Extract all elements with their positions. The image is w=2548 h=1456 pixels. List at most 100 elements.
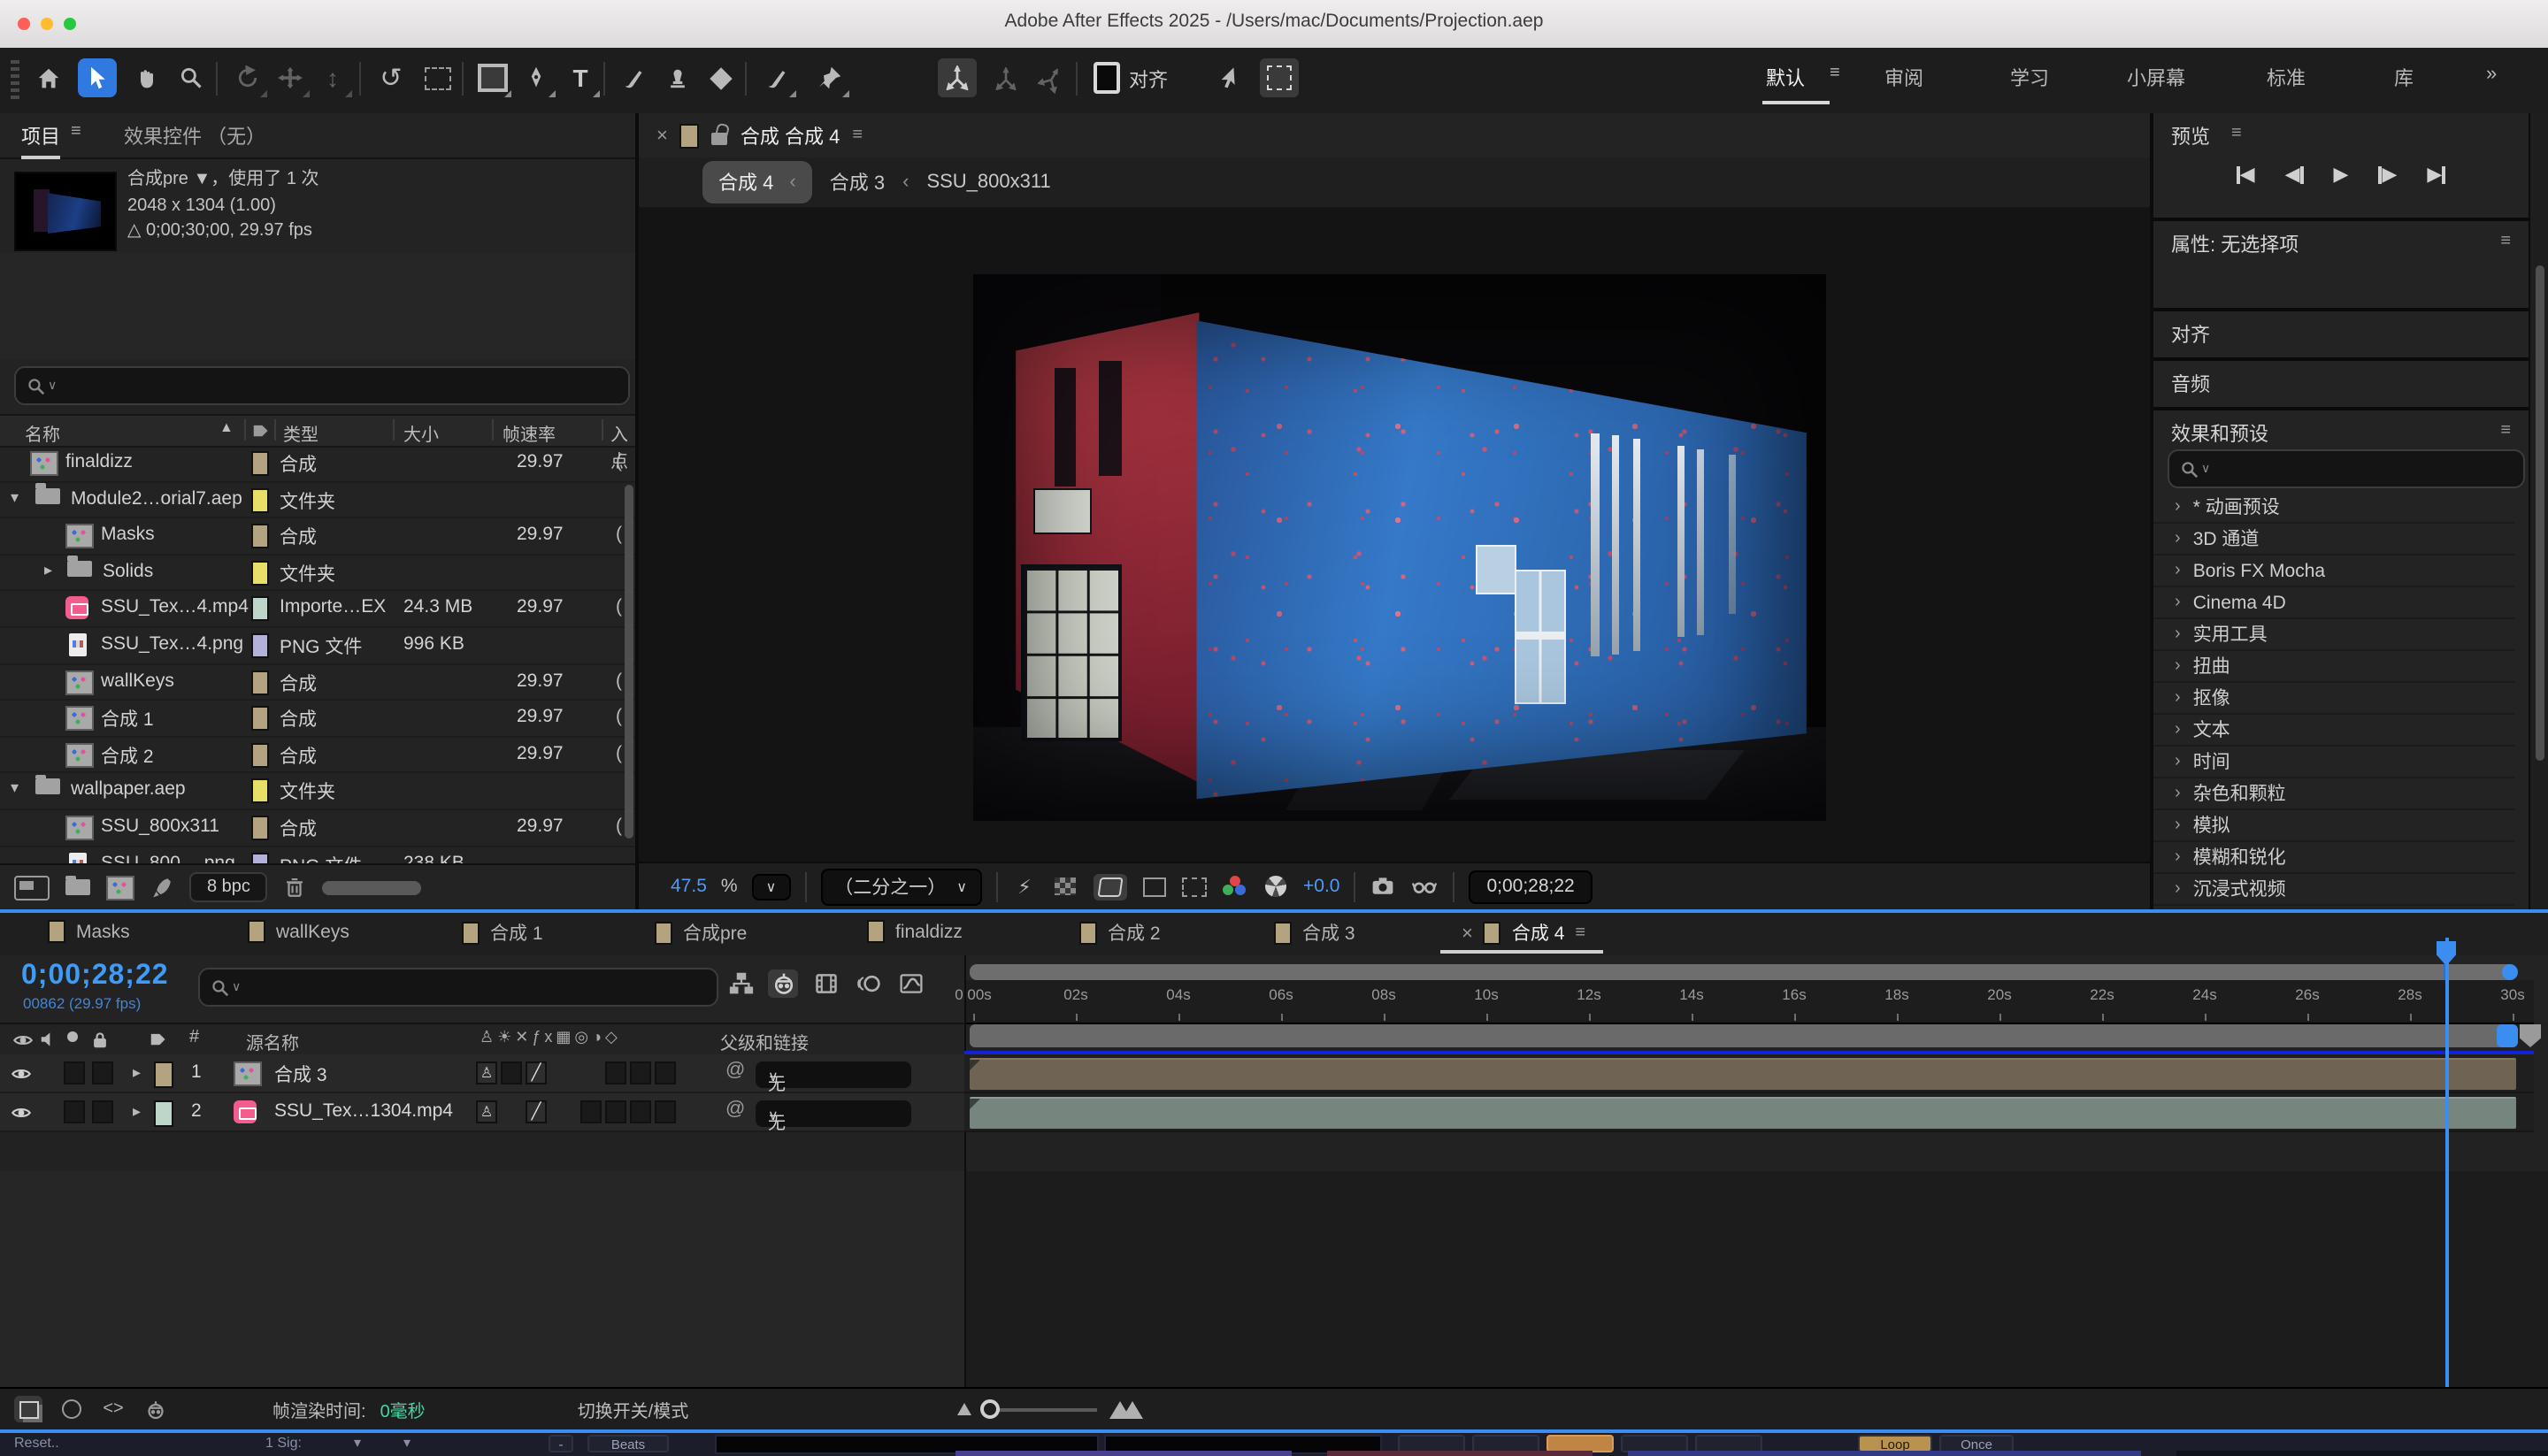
project-scrollbar[interactable] [625,485,633,839]
local-axis-mode-button[interactable] [938,58,977,97]
zoom-level-value[interactable]: 47.5 [671,876,707,897]
shy-toggle[interactable]: ♙ [476,1061,497,1084]
timeline-tab-wallkeys[interactable]: wallKeys [248,920,349,943]
workspace-tab-small-screen[interactable]: 小屏幕 [2127,64,2185,92]
layer-label-swatch[interactable] [154,1100,173,1127]
timeline-tab-finaldizz[interactable]: finaldizz [867,920,963,943]
close-tab-icon[interactable]: × [1462,923,1473,944]
quality-toggle[interactable]: ╱ [526,1061,547,1084]
viewer-menu-icon[interactable]: ≡ [852,126,863,145]
current-timecode[interactable]: 0;00;28;22 [21,961,169,992]
workspace-tab-learn[interactable]: 学习 [2010,64,2049,92]
layer-expander[interactable]: ▸ [133,1102,141,1122]
new-composition-icon[interactable] [106,875,134,900]
workspace-more-chevron[interactable]: » [2486,64,2497,85]
last-frame-button[interactable]: ▶ [2427,163,2445,186]
expander-icon[interactable]: ▸ [44,561,52,580]
timeline-tab-comp4[interactable]: × 合成 4 ≡ [1462,920,1585,946]
label-swatch[interactable] [251,706,269,731]
view-axis-mode-button[interactable] [1032,58,1071,97]
zoom-in-icon[interactable] [1109,1400,1143,1418]
timeline-tab-masks[interactable]: Masks [48,920,130,943]
comp-flowchart-icon[interactable] [725,969,756,998]
motion-blur-toggle[interactable] [655,1061,676,1084]
timeline-tab-comp3[interactable]: 合成 3 [1274,920,1355,946]
project-search-input[interactable]: ∨ [14,366,630,405]
dolly-camera-tool[interactable]: ↕ [313,58,352,97]
hand-tool[interactable] [127,58,166,97]
frame-blend-toggle[interactable] [630,1061,651,1084]
breadcrumb-ssu[interactable]: SSU_800x311 [926,172,1050,193]
puppet-pin-tool[interactable] [810,58,849,97]
play-button[interactable]: ▶ [2334,163,2349,186]
expand-inout-icon[interactable]: <> [99,1396,127,1422]
breadcrumb-comp4[interactable]: 合成 4 ‹ [702,161,812,203]
column-parent-link[interactable]: 父级和链接 [720,1028,809,1054]
parent-dropdown[interactable]: 无∨ [756,1061,911,1088]
viewer-tab[interactable]: × 合成 合成 4 ≡ [639,113,2150,159]
layer-source-name[interactable]: 合成 3 [274,1061,327,1088]
workspace-tab-standard[interactable]: 标准 [2267,64,2306,92]
bg-button[interactable] [1695,1434,1762,1452]
clone-stamp-tool[interactable] [658,58,697,97]
mask-visibility-icon[interactable] [1093,873,1126,900]
work-area-bar[interactable] [970,1024,2514,1047]
pen-tool[interactable] [517,58,556,97]
project-row[interactable]: ▾ Module2…orial7.aep 文件夹 [0,482,635,518]
project-row[interactable]: SSU_800….png PNG 文件 238 KB [0,847,635,863]
effect-category[interactable]: ›沉浸式视频 [2153,874,2514,906]
transparency-grid-icon[interactable] [1052,875,1078,898]
snapshot-camera-icon[interactable] [1370,874,1396,899]
project-row[interactable]: Masks 合成 29.97 ( [0,518,635,555]
label-swatch[interactable] [251,561,269,586]
first-frame-button[interactable]: ◀ [2237,163,2255,186]
frame-blending-icon[interactable] [810,969,840,998]
brush-tool[interactable] [614,58,653,97]
show-snapshot-icon[interactable] [1410,874,1439,899]
workspace-tab-default[interactable]: 默认 [1766,64,1805,92]
bg-loop-button[interactable]: Loop [1858,1434,1932,1452]
orbit-camera-tool[interactable] [228,58,267,97]
workspace-menu-icon[interactable]: ≡ [1830,64,1840,83]
layer-2-duration-bar[interactable] [970,1096,2516,1128]
text-tool[interactable]: T [561,58,600,97]
unlock-icon[interactable] [712,133,728,145]
quality-toggle[interactable]: ╱ [526,1100,547,1123]
preview-menu-icon[interactable]: ≡ [2231,124,2242,143]
toolbar-grip[interactable] [11,60,19,101]
fast-preview-icon[interactable]: ⚡ [1011,875,1038,898]
project-row[interactable]: ▾ wallpaper.aep 文件夹 [0,774,635,810]
rectangle-tool[interactable] [472,58,511,97]
trash-icon[interactable] [284,876,307,899]
effects-toggle[interactable] [605,1061,626,1084]
exposure-icon[interactable] [1262,875,1289,898]
region-of-interest-tool[interactable] [418,58,457,97]
color-depth-button[interactable]: 8 bpc [189,872,268,902]
viewer-canvas[interactable] [639,207,2150,863]
zoom-tool[interactable] [172,58,211,97]
effect-category[interactable]: ›* 动画预设 [2153,492,2514,524]
tab-menu-icon[interactable]: ≡ [1575,923,1585,943]
project-row[interactable]: SSU_Tex…4.png PNG 文件 996 KB [0,628,635,664]
project-row[interactable]: ▸ Solids 文件夹 [0,556,635,592]
bg-orange-button[interactable] [1546,1434,1614,1452]
channel-rgb-icon[interactable] [1222,875,1248,898]
rotate-tool[interactable]: ↺ [372,58,411,97]
zoom-track[interactable] [984,1407,1097,1411]
viewer-tab-title[interactable]: 合成 合成 4 [741,121,840,149]
tab-project[interactable]: 项目 [21,122,60,150]
tab-effect-controls[interactable]: 效果控件 （无） [124,122,265,150]
effect-category[interactable]: ›抠像 [2153,683,2514,715]
effect-category[interactable]: ›杂色和颗粒 [2153,778,2514,810]
label-swatch[interactable] [251,487,269,512]
layer-label-swatch[interactable] [154,1061,173,1088]
label-swatch[interactable] [251,633,269,658]
bg-once-button[interactable]: Once [1939,1434,2014,1452]
bg-button[interactable] [1621,1434,1688,1452]
roto-brush-tool[interactable] [757,58,796,97]
audio-toggle[interactable] [64,1061,85,1084]
effect-category[interactable]: ›扭曲 [2153,651,2514,683]
solo-toggle[interactable] [92,1100,113,1123]
project-horizontal-scrollbar[interactable] [323,880,422,894]
effect-category[interactable]: ›时间 [2153,747,2514,778]
